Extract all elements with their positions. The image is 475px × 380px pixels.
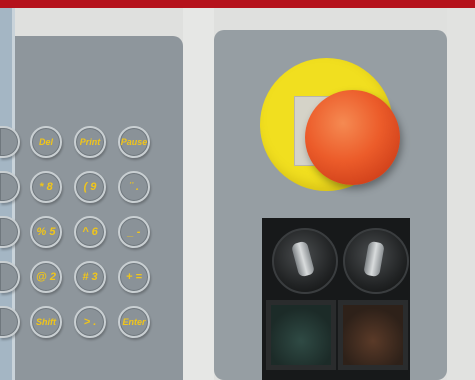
key-2[interactable]: @ 2 [30, 261, 62, 293]
key-3[interactable]: # 3 [74, 261, 106, 293]
amber-indicator-lamp [338, 300, 408, 370]
enter-key[interactable]: Enter [118, 306, 150, 338]
del-key[interactable]: Del [30, 126, 62, 158]
key-9[interactable]: ( 9 [74, 171, 106, 203]
key-minus[interactable]: _ - [118, 216, 150, 248]
print-key[interactable]: Print [74, 126, 106, 158]
panel-gap [183, 8, 214, 380]
green-indicator-lamp [266, 300, 336, 370]
key-greater[interactable]: > . [74, 306, 106, 338]
key-8[interactable]: * 8 [30, 171, 62, 203]
emergency-stop-button[interactable] [305, 90, 400, 185]
key-equals[interactable]: + = [118, 261, 150, 293]
key-period[interactable]: ¨ . [118, 171, 150, 203]
key-6[interactable]: ^ 6 [74, 216, 106, 248]
shift-key[interactable]: Shift [30, 306, 62, 338]
pause-key[interactable]: Pause [118, 126, 150, 158]
right-edge [447, 8, 475, 380]
key-5[interactable]: % 5 [30, 216, 62, 248]
top-accent-bar [0, 0, 475, 8]
